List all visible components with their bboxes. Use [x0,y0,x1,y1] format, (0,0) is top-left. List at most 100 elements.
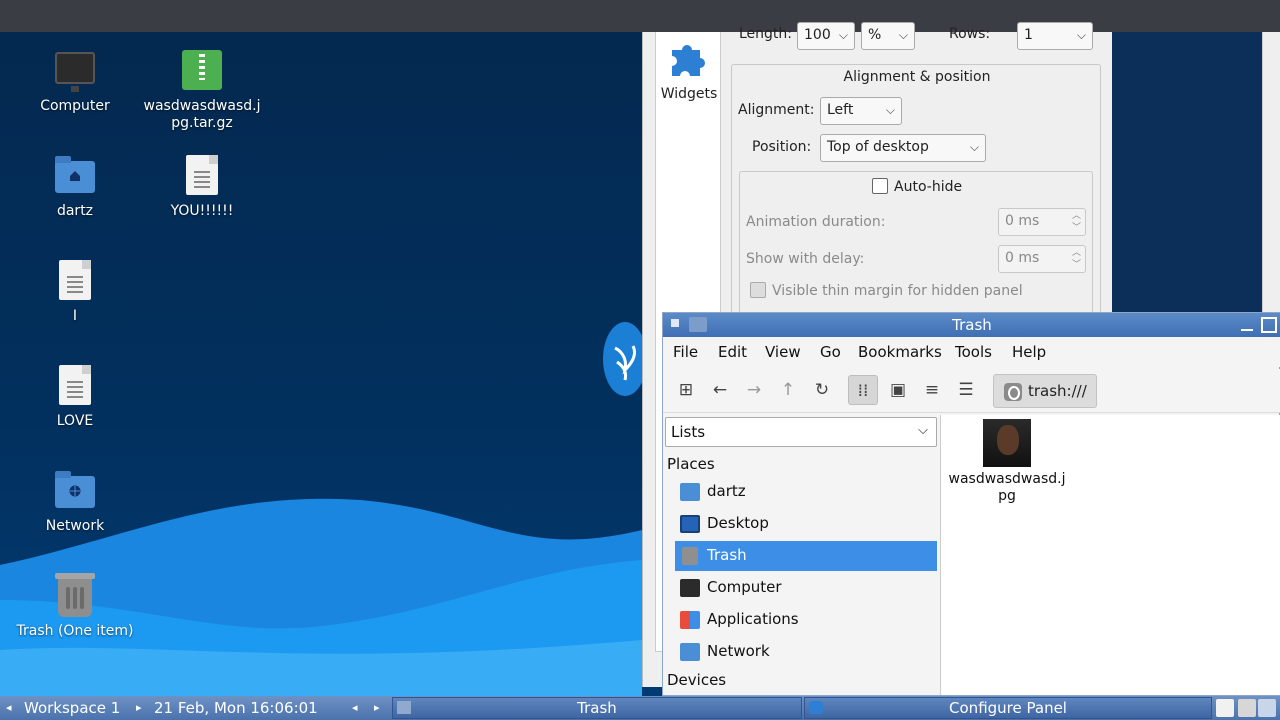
next-task-icon[interactable]: ▸ [374,701,380,714]
show-desktop-icon[interactable] [1258,699,1276,717]
computer-icon [680,579,700,597]
desktop-icon-label: LOVE [56,413,94,429]
text-file-icon [53,363,97,407]
place-trash[interactable]: Trash [675,541,937,571]
task-configure-panel[interactable]: Configure Panel [804,697,1212,719]
text-file-icon [180,153,224,197]
minimize-icon[interactable] [1241,329,1253,331]
menu-tools[interactable]: Tools [955,343,992,361]
prev-task-icon[interactable]: ◂ [352,701,358,714]
network-folder-icon [680,643,700,661]
menu-bookmarks[interactable]: Bookmarks [858,343,942,361]
widgets-label: Widgets [660,86,718,102]
desktop-icon-label: Trash (One item) [16,623,134,639]
group-title: Alignment & position [843,69,991,85]
alignment-combo[interactable]: Left ⌵ [820,97,902,125]
desktop-icon [680,515,700,533]
place-dartz[interactable]: dartz [675,477,937,507]
prev-workspace-icon[interactable]: ◂ [6,701,12,714]
position-label: Position: [752,139,812,155]
icon-view-icon[interactable]: ⁞⁞ [848,375,878,405]
desktop-icon-trash[interactable]: Trash (One item) [15,573,135,640]
window-titlebar[interactable]: Trash [663,313,1280,337]
image-thumbnail [983,419,1031,467]
home-folder-icon [53,153,97,197]
forward-arrow-icon[interactable]: → [739,375,769,405]
place-label: Applications [707,610,799,628]
place-desktop[interactable]: Desktop [675,509,937,539]
place-label: dartz [707,482,746,500]
new-tab-icon[interactable]: ⊞ [671,375,701,405]
task-trash[interactable]: Trash [392,697,802,719]
menu-file[interactable]: File [673,343,698,361]
animation-duration-value: 0 ms [1005,213,1040,229]
menu-bar: File Edit View Go Bookmarks Tools Help [663,337,1280,367]
show-delay-spinbox[interactable]: 0 ms ︿ ﹀ [998,245,1086,273]
clock[interactable]: 21 Feb, Mon 16:06:01 [154,699,318,717]
devices-header: Devices [667,671,727,689]
menu-go[interactable]: Go [820,343,841,361]
computer-icon [53,48,97,92]
length-spinbox[interactable]: 100 ⌵ [797,22,855,50]
text-file-icon [53,258,97,302]
position-combo[interactable]: Top of desktop ⌵ [820,134,986,162]
length-unit-combo[interactable]: % ⌵ [861,22,915,50]
alignment-position-group: Alignment & position Alignment: Left ⌵ Po… [731,64,1101,354]
menu-edit[interactable]: Edit [718,343,747,361]
up-arrow-icon[interactable]: ↑ [773,375,803,405]
workspace-switcher[interactable]: Workspace 1 [24,699,120,717]
distro-logo-icon [603,322,647,396]
place-label: Trash [707,546,747,564]
length-label: Length: [739,26,793,42]
file-manager-window: Trash File Edit View Go Bookmarks Tools … [662,312,1280,696]
place-label: Desktop [707,514,769,532]
animation-duration-label: Animation duration: [746,214,886,230]
reload-icon[interactable]: ↻ [807,375,837,405]
archive-icon [180,48,224,92]
compact-view-icon[interactable]: ≡ [917,375,947,405]
place-network[interactable]: Network [675,637,937,667]
detailed-list-icon[interactable]: ☰ [951,375,981,405]
desktop-icon-i[interactable]: I [15,258,135,325]
checkbox-disabled-icon [750,282,766,298]
thin-margin-checkbox[interactable]: Visible thin margin for hidden panel [750,282,1023,299]
desktop-icon-label: Network [45,518,105,534]
next-workspace-icon[interactable]: ▸ [136,701,142,714]
maximize-icon[interactable] [1261,317,1277,333]
trash-icon [682,547,698,565]
side-pane-mode-combo[interactable]: Lists ⌵ [665,417,937,447]
place-applications[interactable]: Applications [675,605,937,635]
file-item[interactable]: wasdwasdwasd.jpg [947,419,1067,505]
rows-spinbox[interactable]: 1 ⌵ [1017,22,1093,50]
trash-icon [53,573,97,617]
desktop-icon-you[interactable]: YOU!!!!!! [142,153,262,220]
chevron-down-icon: ⌵ [918,423,928,438]
desktop-icon-label: YOU!!!!!! [170,203,234,219]
menu-help[interactable]: Help [1012,343,1046,361]
path-text: trash:/// [1028,382,1087,400]
file-view[interactable]: wasdwasdwasd.jpg [941,415,1280,695]
spin-arrows-icon: ︿ ﹀ [1071,211,1081,233]
autohide-checkbox[interactable]: Auto-hide [872,178,962,195]
menu-view[interactable]: View [765,343,801,361]
toolbar: ⊞ ← → ↑ ↻ ⁞⁞ ▣ ≡ ☰ trash:/// [663,369,1280,413]
spin-arrows-icon: ︿ ﹀ [1071,248,1081,270]
desktop-icon-archive[interactable]: wasdwasdwasd.jpg.tar.gz [142,48,262,132]
desktop-icon-computer[interactable]: Computer [15,48,135,115]
show-delay-label: Show with delay: [746,251,865,267]
desktop-icon-love[interactable]: LOVE [15,363,135,430]
notes-tray-icon[interactable] [1216,699,1234,717]
network-tray-icon[interactable] [1238,699,1256,717]
back-arrow-icon[interactable]: ← [705,375,735,405]
place-label: Computer [707,578,782,596]
desktop-icon-dartz[interactable]: dartz [15,153,135,220]
path-bar-button[interactable]: trash:/// [993,374,1097,408]
animation-duration-spinbox[interactable]: 0 ms ︿ ﹀ [998,208,1086,236]
desktop-icon-network[interactable]: Network [15,468,135,535]
desktop-icon-label: dartz [56,203,94,219]
place-computer[interactable]: Computer [675,573,937,603]
chevron-down-icon: ⌵ [898,28,908,42]
alignment-label: Alignment: [738,102,815,118]
home-folder-icon [680,483,700,501]
thumbnail-view-icon[interactable]: ▣ [883,375,913,405]
